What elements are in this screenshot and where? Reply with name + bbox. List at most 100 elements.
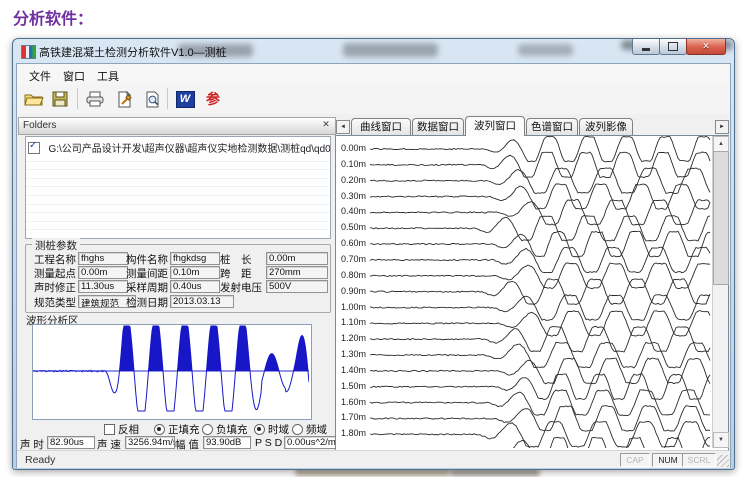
wave-trace <box>370 152 710 178</box>
save-file-button[interactable] <box>48 87 72 111</box>
amplitude-field[interactable]: 93.90dB <box>203 436 251 449</box>
negative-fill-radio[interactable]: 负填充 <box>202 422 248 437</box>
param-value-field[interactable]: 11.30us <box>78 280 128 293</box>
depth-label: 0.50m <box>341 222 366 232</box>
tab-scroll-left-icon[interactable]: ◄ <box>336 120 350 134</box>
wave-trace <box>370 200 710 226</box>
pile-params-title: 测桩参数 <box>32 238 80 253</box>
depth-label: 1.10m <box>341 317 366 327</box>
param-value-field[interactable]: 2013.03.13 <box>170 295 234 308</box>
tree-item-checkbox[interactable] <box>28 142 40 154</box>
psd-label: P S D <box>255 437 282 449</box>
param-value-field[interactable]: 270mm <box>266 266 328 279</box>
wave-trace <box>370 216 710 241</box>
wave-trace <box>370 279 710 305</box>
depth-label: 1.70m <box>341 412 366 422</box>
toolbar-separator <box>77 88 78 109</box>
left-panel: Folders ✕ G:\公司产品设计开发\超声仪器\超声仪实地检测数据\测桩q… <box>18 116 336 450</box>
vertical-scrollbar[interactable]: ▲ ▼ <box>712 136 728 448</box>
main-area: Folders ✕ G:\公司产品设计开发\超声仪器\超声仪实地检测数据\测桩q… <box>17 114 730 450</box>
tab-2[interactable]: 波列窗口 <box>465 116 525 136</box>
depth-label: 1.40m <box>341 365 366 375</box>
scrollbar-thumb[interactable] <box>713 151 729 285</box>
param-value-field[interactable]: fhghs <box>78 252 128 265</box>
param-value-field[interactable]: 500V <box>266 280 328 293</box>
invert-checkbox[interactable]: 反相 <box>104 422 139 437</box>
open-folder-icon <box>24 91 44 107</box>
param-value-field[interactable]: 0.00m <box>78 266 128 279</box>
tab-scroll-right-icon[interactable]: ► <box>715 120 729 134</box>
param-label: 发射电压 <box>220 280 262 295</box>
param-value-field[interactable]: 0.40us <box>170 280 220 293</box>
print-button[interactable] <box>83 87 107 111</box>
titlebar[interactable]: 高铁建混凝土检测分析软件V1.0—测桩 ✕ <box>13 39 734 63</box>
tree-item[interactable]: G:\公司产品设计开发\超声仪器\超声仪实地检测数据\测桩qd\qd03\qd0… <box>28 139 331 152</box>
depth-label: 0.80m <box>341 270 366 280</box>
tab-0[interactable]: 曲线窗口 <box>351 118 411 135</box>
depth-label: 0.00m <box>341 143 366 153</box>
depth-label: 1.60m <box>341 397 366 407</box>
wave-controls: 反相 正填充 负填充 时域 频域 <box>18 422 336 434</box>
status-message: Ready <box>25 454 55 466</box>
report-export-button[interactable] <box>113 87 137 111</box>
print-preview-button[interactable] <box>141 87 165 111</box>
close-button[interactable]: ✕ <box>686 39 726 55</box>
wave-analysis-canvas[interactable] <box>32 324 312 420</box>
menu-2[interactable]: 工具 <box>93 67 123 85</box>
param-value-field[interactable]: fhgkdsg <box>170 252 220 265</box>
time-domain-radio[interactable]: 时域 <box>254 422 289 437</box>
menu-0[interactable]: 文件 <box>25 67 55 85</box>
close-icon: ✕ <box>702 41 710 52</box>
statusbar: Ready CAP NUM SCRL <box>17 450 730 468</box>
wave-trace <box>370 326 710 352</box>
right-panel: ◄ ► 曲线窗口数据窗口波列窗口色谱窗口波列影像 ▲ ▼ 0.00m 0.10m 0… <box>335 114 729 450</box>
resize-grip[interactable] <box>717 455 729 467</box>
psd-field[interactable]: 0.00us^2/m <box>284 436 338 449</box>
depth-label: 0.20m <box>341 175 366 185</box>
titlebar-reflection <box>343 43 438 57</box>
wave-trace <box>370 390 710 416</box>
depth-label: 0.90m <box>341 286 366 296</box>
maximize-button[interactable] <box>659 39 687 55</box>
folders-close-icon[interactable]: ✕ <box>320 119 332 130</box>
window-title: 高铁建混凝土检测分析软件V1.0—测桩 <box>39 44 227 60</box>
list-row-line <box>26 229 330 230</box>
wave-train-panel[interactable]: ▲ ▼ 0.00m0.10m0.20m0.30m0.40m0.50m0.60m0… <box>335 135 729 451</box>
page-title: 分析软件： <box>13 5 93 29</box>
minimize-icon <box>642 48 650 51</box>
tab-4[interactable]: 波列影像 <box>579 118 633 135</box>
folders-header: Folders ✕ <box>18 117 336 135</box>
tab-1[interactable]: 数据窗口 <box>412 118 464 135</box>
parameters-icon: 参 <box>206 89 220 109</box>
freq-domain-radio[interactable]: 频域 <box>292 422 327 437</box>
scroll-down-icon[interactable]: ▼ <box>713 432 729 448</box>
radio-icon <box>202 424 213 435</box>
menu-1[interactable]: 窗口 <box>59 67 89 85</box>
file-tree[interactable]: G:\公司产品设计开发\超声仪器\超声仪实地检测数据\测桩qd\qd03\qd0… <box>25 136 331 239</box>
list-row-line <box>26 178 330 179</box>
param-value-field[interactable]: 0.10m <box>170 266 220 279</box>
list-row-line <box>26 204 330 205</box>
open-file-button[interactable] <box>22 87 46 111</box>
positive-fill-radio[interactable]: 正填充 <box>154 422 200 437</box>
export-word-button[interactable]: W <box>173 87 197 111</box>
sound-speed-field[interactable]: 3256.94m/s <box>125 436 175 449</box>
scroll-up-icon[interactable]: ▲ <box>713 136 729 152</box>
param-value-field[interactable]: 0.00m <box>266 252 328 265</box>
list-row-line <box>26 195 330 196</box>
wave-train-traces <box>336 136 712 448</box>
app-icon <box>21 45 36 59</box>
folders-title: Folders <box>23 120 56 131</box>
list-row-line <box>26 221 330 222</box>
param-label: 声时修正 <box>34 280 76 295</box>
waveform-positive-fill <box>33 326 309 371</box>
page-tool-icon <box>116 91 134 108</box>
tab-3[interactable]: 色谱窗口 <box>526 118 578 135</box>
minimize-button[interactable] <box>632 39 660 55</box>
sound-time-field[interactable]: 82.90us <box>47 436 95 449</box>
depth-label: 1.80m <box>341 428 366 438</box>
list-row-line <box>26 161 330 162</box>
toolbar: W 参 <box>17 84 730 115</box>
parameters-button[interactable]: 参 <box>201 87 225 111</box>
depth-label: 0.10m <box>341 159 366 169</box>
